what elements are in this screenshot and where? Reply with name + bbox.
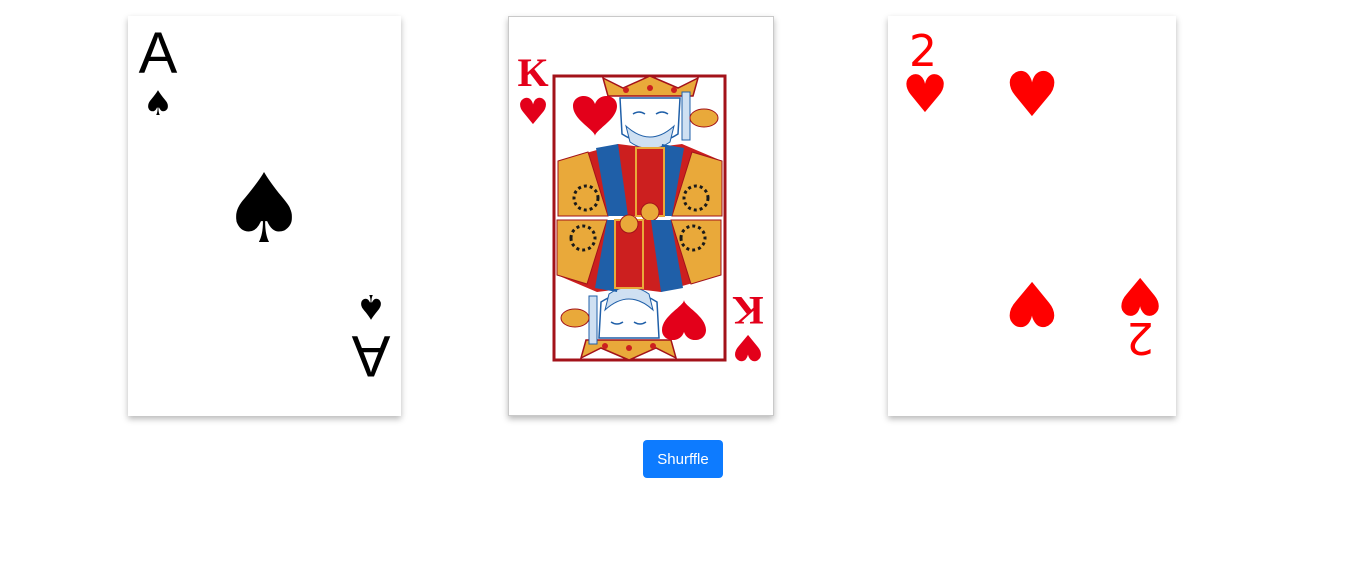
heart-pip-icon: ♥ bbox=[1004, 58, 1060, 131]
spade-pip-icon: ♠ bbox=[221, 153, 307, 265]
card-rank-top: A bbox=[139, 21, 178, 86]
heart-pip-icon: ♥ bbox=[1004, 267, 1060, 340]
spade-icon: ♠ bbox=[143, 84, 173, 124]
king-of-hearts-face: K ♥ K ♥ bbox=[517, 50, 764, 367]
card-two-of-hearts[interactable]: 2 ♥ ♥ ♥ 2 ♥ bbox=[888, 16, 1176, 416]
spade-icon: ♠ bbox=[356, 286, 386, 326]
heart-icon: ♥ bbox=[902, 65, 949, 125]
card-table: A ♠ ♠ A ♠ K ♥ K ♥ 2 ♥ ♥ ♥ 2 ♥ Shurffle bbox=[0, 0, 1366, 576]
heart-icon: ♥ bbox=[732, 326, 764, 367]
two-of-hearts-face: 2 ♥ ♥ ♥ 2 ♥ bbox=[902, 26, 1164, 363]
ace-of-spades-face: A ♠ ♠ A ♠ bbox=[139, 21, 391, 388]
heart-icon: ♥ bbox=[1117, 265, 1164, 325]
card-rank-top: K bbox=[517, 50, 548, 95]
card-king-of-hearts[interactable]: K ♥ K ♥ bbox=[508, 16, 774, 416]
heart-icon: ♥ bbox=[517, 92, 549, 133]
shuffle-button[interactable]: Shurffle bbox=[643, 440, 723, 478]
card-ace-of-spades[interactable]: A ♠ ♠ A ♠ bbox=[128, 16, 401, 416]
king-portrait-icon bbox=[552, 74, 727, 362]
card-rank-bottom: A bbox=[351, 323, 390, 388]
